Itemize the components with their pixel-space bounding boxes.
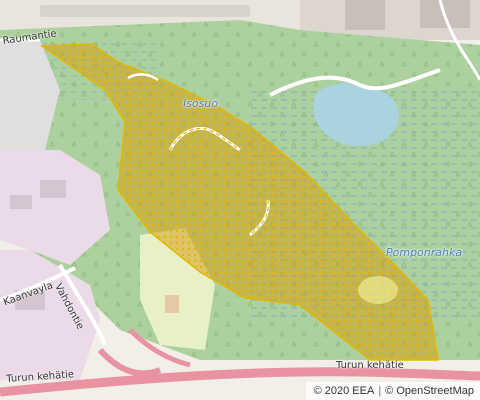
building [40, 180, 66, 198]
attribution-bar: © 2020 EEA | © OpenStreetMap [305, 382, 480, 400]
building-terminal [345, 0, 385, 30]
attribution-eea: © 2020 EEA [313, 385, 375, 397]
map-base-layer [0, 0, 480, 400]
runway [40, 5, 250, 17]
highlight-patch [358, 276, 398, 304]
building [10, 195, 32, 209]
osm-attribution-link[interactable]: © OpenStreetMap [385, 385, 474, 397]
map-viewport[interactable]: Isosuo Pomponrahka Vahdontie Raumantie K… [0, 0, 480, 400]
small-building [165, 295, 179, 313]
attribution-separator: | [378, 385, 382, 397]
